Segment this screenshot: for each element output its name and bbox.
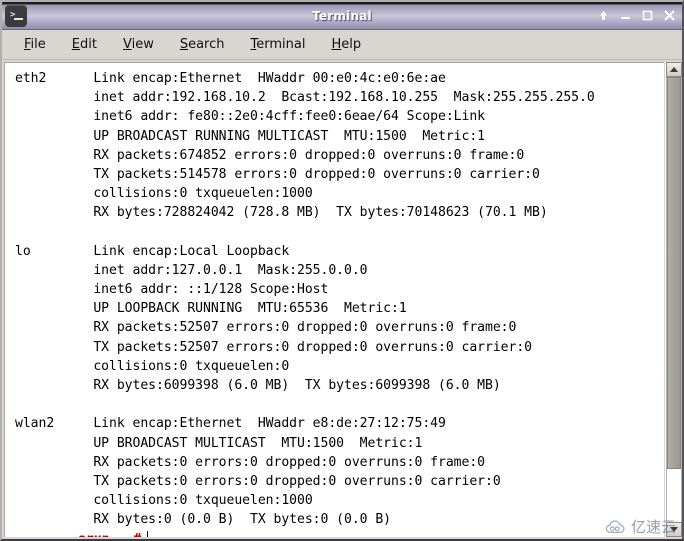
menu-item-file[interactable]: File [24, 37, 46, 52]
terminal-line: inet addr:127.0.0.1 Mask:255.0.0.0 [15, 262, 368, 278]
scroll-down-button[interactable] [666, 522, 682, 537]
menu-item-help[interactable]: Help [331, 37, 361, 52]
window-controls [597, 9, 676, 22]
close-button[interactable] [663, 9, 676, 22]
scroll-up-button[interactable] [666, 62, 682, 77]
terminal-line: collisions:0 txqueuelen:1000 [15, 493, 313, 509]
window-title: Terminal [312, 8, 372, 23]
menu-label-rest: ile [30, 37, 46, 52]
terminal-line: inet6 addr: fe80::2e0:4cff:fee0:6eae/64 … [15, 109, 485, 125]
terminal-line: RX packets:674852 errors:0 dropped:0 ove… [15, 147, 525, 163]
menu-item-search[interactable]: Search [180, 37, 225, 52]
menu-label-rest: dit [80, 37, 97, 52]
terminal-output: eth2 Link encap:Ethernet HWaddr 00:e0:4c… [15, 69, 664, 530]
menu-item-terminal[interactable]: Terminal [251, 37, 306, 52]
terminal-line: TX packets:514578 errors:0 dropped:0 ove… [15, 166, 540, 182]
terminal-line: inet addr:192.168.10.2 Bcast:192.168.10.… [15, 90, 595, 106]
menu-mnemonic: V [122, 37, 132, 52]
terminal-line: TX packets:0 errors:0 dropped:0 overruns… [15, 473, 501, 489]
menu-item-edit[interactable]: Edit [72, 37, 97, 52]
scroll-up-icon [670, 67, 678, 72]
vertical-scrollbar[interactable] [665, 62, 682, 537]
prompt-user: arun [78, 532, 110, 537]
terminal-line: collisions:0 txqueuelen:1000 [15, 186, 313, 202]
minimize-button[interactable] [619, 9, 632, 22]
terminal-line: UP BROADCAST RUNNING MULTICAST MTU:1500 … [15, 128, 485, 144]
shade-button[interactable] [597, 9, 610, 22]
text-cursor [147, 531, 149, 537]
maximize-button[interactable] [641, 9, 654, 22]
menu-item-view[interactable]: View [123, 37, 154, 52]
menu-mnemonic: E [71, 37, 80, 52]
terminal-screen[interactable]: eth2 Link encap:Ethernet HWaddr 00:e0:4c… [4, 62, 664, 537]
terminal-line: eth2 Link encap:Ethernet HWaddr 00:e0:4c… [15, 71, 446, 86]
terminal-icon: > [5, 4, 27, 27]
scrollbar-thumb[interactable] [667, 77, 681, 469]
terminal-line: RX bytes:728824042 (728.8 MB) TX bytes:7… [15, 205, 548, 221]
terminal-line: lo Link encap:Local Loopback [15, 243, 290, 259]
menu-mnemonic: H [331, 37, 342, 52]
terminal-body: eth2 Link encap:Ethernet HWaddr 00:e0:4c… [2, 60, 682, 537]
menu-label-rest: erminal [256, 37, 306, 52]
terminal-line: wlan2 Link encap:Ethernet HWaddr e8:de:2… [15, 416, 446, 432]
shell-prompt[interactable]: arun ~ # [15, 511, 149, 537]
menu-label-rest: iew [131, 37, 154, 52]
terminal-window: > Terminal File Edit View Search Termina… [0, 0, 684, 541]
terminal-line: RX bytes:6099398 (6.0 MB) TX bytes:60993… [15, 378, 501, 393]
terminal-line: UP BROADCAST MULTICAST MTU:1500 Metric:1 [15, 435, 423, 451]
terminal-line: inet6 addr: ::1/128 Scope:Host [15, 282, 329, 298]
scrollbar-track[interactable] [666, 77, 682, 522]
menu-bar: File Edit View Search Terminal Help [2, 30, 682, 60]
terminal-line: TX packets:52507 errors:0 dropped:0 over… [15, 339, 532, 355]
terminal-line: RX packets:0 errors:0 dropped:0 overruns… [15, 454, 485, 470]
prompt-symbol: # [133, 532, 141, 537]
terminal-line: collisions:0 txqueuelen:0 [15, 358, 290, 374]
menu-label-rest: elp [341, 37, 362, 52]
menu-label-rest: earch [188, 37, 225, 52]
cursor-glyph [14, 17, 23, 20]
scroll-down-icon [670, 527, 678, 532]
terminal-line: UP LOOPBACK RUNNING MTU:65536 Metric:1 [15, 301, 407, 317]
title-bar[interactable]: > Terminal [2, 2, 682, 30]
terminal-line: RX packets:52507 errors:0 dropped:0 over… [15, 320, 517, 336]
menu-mnemonic: S [179, 37, 189, 52]
